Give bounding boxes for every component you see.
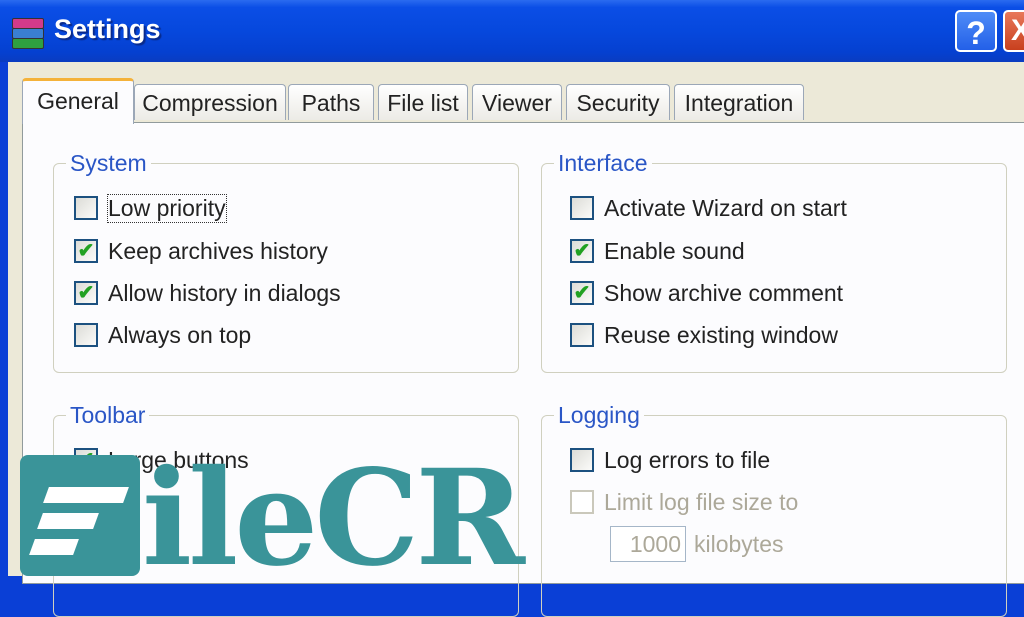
tab-general[interactable]: General [22, 78, 134, 124]
checkbox-box[interactable] [74, 323, 98, 347]
checkbox-activate-wizard-on-start[interactable]: Activate Wizard on start [570, 194, 847, 222]
group-interface: Interface Activate Wizard on start ✔ Ena… [541, 150, 1007, 373]
tab-viewer[interactable]: Viewer [472, 84, 562, 120]
checkbox-label: Log errors to file [604, 446, 771, 473]
checkmark-icon: ✔ [573, 282, 591, 304]
checkbox-label: Always on top [108, 321, 252, 348]
group-logging: Logging Log errors to file Limit log fil… [541, 402, 1007, 617]
tab-security[interactable]: Security [566, 84, 670, 120]
checkbox-label: Low priority [107, 193, 227, 223]
checkbox-keep-archives-history[interactable]: ✔ Keep archives history [74, 237, 328, 265]
checkbox-always-on-top[interactable]: Always on top [74, 321, 251, 349]
checkbox-box[interactable] [570, 490, 594, 514]
checkbox-limit-log-file-size[interactable]: Limit log file size to [570, 488, 798, 516]
tab-file-list[interactable]: File list [378, 84, 468, 120]
checkbox-box[interactable] [570, 323, 594, 347]
group-system-title: System [66, 150, 151, 177]
checkbox-label: Allow history in dialogs [108, 279, 341, 306]
checkbox-label: Keep archives history [108, 237, 328, 264]
checkbox-label: Enable sound [604, 237, 745, 264]
watermark-logo-icon [20, 455, 140, 576]
checkbox-box[interactable]: ✔ [570, 239, 594, 263]
title-bar[interactable]: Settings ? X [0, 0, 1024, 62]
checkbox-reuse-existing-window[interactable]: Reuse existing window [570, 321, 838, 349]
checkbox-box[interactable]: ✔ [570, 281, 594, 305]
group-interface-title: Interface [554, 150, 652, 177]
watermark-text: ileCR [142, 441, 525, 596]
group-toolbar-title: Toolbar [66, 402, 150, 429]
filecr-watermark: ileCR [20, 441, 525, 596]
checkbox-show-archive-comment[interactable]: ✔ Show archive comment [570, 279, 843, 307]
help-button[interactable]: ? [955, 10, 997, 52]
checkbox-box[interactable] [74, 196, 98, 220]
checkbox-box[interactable]: ✔ [74, 281, 98, 305]
checkbox-allow-history-in-dialogs[interactable]: ✔ Allow history in dialogs [74, 279, 341, 307]
checkmark-icon: ✔ [77, 282, 95, 304]
checkbox-log-errors-to-file[interactable]: Log errors to file [570, 446, 770, 474]
tab-integration[interactable]: Integration [674, 84, 804, 120]
checkmark-icon: ✔ [573, 240, 591, 262]
tab-paths[interactable]: Paths [288, 84, 374, 120]
log-size-units: kilobytes [694, 531, 784, 557]
checkbox-low-priority[interactable]: Low priority [74, 193, 227, 223]
window-title: Settings [54, 14, 161, 44]
close-button[interactable]: X [1003, 10, 1024, 52]
checkmark-icon: ✔ [77, 240, 95, 262]
group-system: System Low priority ✔ Keep archives hist… [53, 150, 519, 373]
checkbox-enable-sound[interactable]: ✔ Enable sound [570, 237, 745, 265]
checkbox-label: Reuse existing window [604, 321, 838, 348]
checkbox-box[interactable]: ✔ [74, 239, 98, 263]
winrar-books-icon [10, 16, 46, 50]
tab-compression[interactable]: Compression [134, 84, 286, 120]
checkbox-label: Show archive comment [604, 279, 844, 306]
log-size-input[interactable]: 1000 [610, 526, 686, 562]
checkbox-box[interactable] [570, 448, 594, 472]
group-logging-title: Logging [554, 402, 644, 429]
checkbox-label: Limit log file size to [604, 488, 799, 515]
checkbox-label: Activate Wizard on start [604, 194, 847, 221]
checkbox-box[interactable] [570, 196, 594, 220]
